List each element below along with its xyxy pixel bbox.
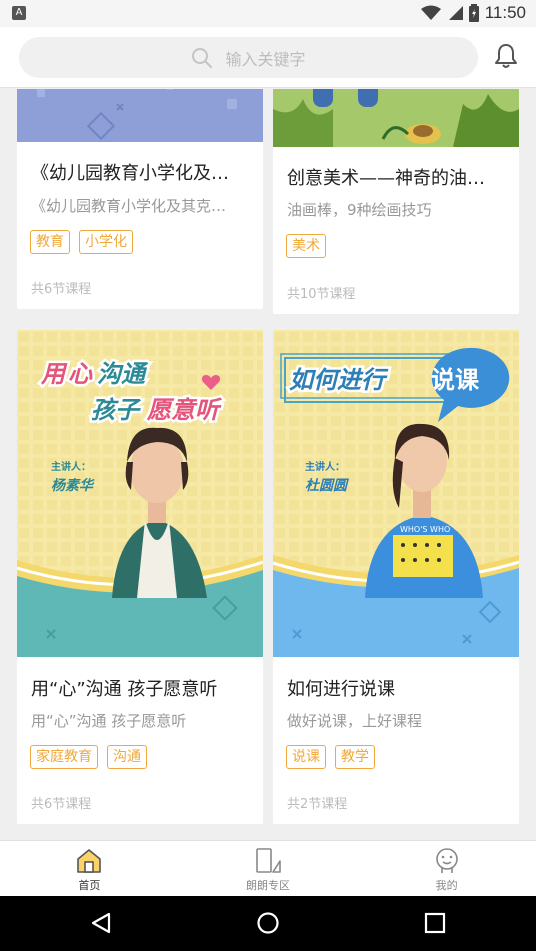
tab-mine[interactable]: 我的 (357, 841, 536, 896)
tablet-pen-icon (256, 848, 281, 873)
course-card[interactable]: 《幼儿园教育小学化及… 《幼儿园教育小学化及其克… 教育 小学化 共6节课程 (17, 89, 263, 309)
course-grid: 《幼儿园教育小学化及… 《幼儿园教育小学化及其克… 教育 小学化 共6节课程 创… (0, 89, 536, 840)
home-circle-icon[interactable] (256, 911, 280, 935)
poster-text: 愿意听 (146, 396, 223, 424)
tag: 家庭教育 (30, 745, 98, 769)
tag: 教育 (30, 230, 70, 254)
poster-speaker-name: 杜圆圆 (305, 477, 350, 494)
course-card[interactable]: 创意美术——神奇的油… 油画棒，9种绘画技巧 美术 共10节课程 (273, 89, 519, 314)
battery-icon (468, 4, 479, 22)
tab-home[interactable]: 首页 (0, 841, 179, 896)
course-subtitle: 做好说课，上好课程 (287, 712, 423, 730)
bottom-tab-bar: 首页 朗朗专区 我的 (0, 840, 536, 896)
shirt-text: WHO'S WHO (400, 525, 450, 534)
lesson-count: 共10节课程 (287, 287, 356, 302)
home-icon (77, 849, 102, 873)
course-subtitle: 《幼儿园教育小学化及其克… (31, 197, 227, 215)
tag: 沟通 (107, 745, 147, 769)
tag: 说课 (286, 745, 326, 769)
lesson-count: 共6节课程 (31, 797, 92, 812)
tag: 教学 (335, 745, 375, 769)
course-card[interactable]: 用 用 心 心 沟通 沟通 孩子 孩子 愿意听 愿意听 主讲人： 杨素华 用“心… (17, 330, 263, 824)
poster-speaker-label: 主讲人： (51, 460, 91, 473)
course-cover-image: 用 用 心 心 沟通 沟通 孩子 孩子 愿意听 愿意听 主讲人： 杨素华 (17, 330, 263, 657)
course-subtitle: 用“心”沟通 孩子愿意听 (31, 712, 187, 730)
tab-langlang-zone[interactable]: 朗朗专区 (179, 841, 358, 896)
course-title: 用“心”沟通 孩子愿意听 (31, 679, 218, 700)
search-icon (192, 47, 213, 68)
tag-list: 美术 (286, 234, 326, 258)
course-title: 如何进行说课 (287, 679, 395, 700)
poster-speaker-name: 杨素华 (51, 477, 95, 494)
system-status: 11:50 (420, 3, 526, 23)
poster-speaker-label: 主讲人： (305, 460, 345, 473)
lesson-count: 共2节课程 (287, 797, 348, 812)
app-notification-icon: A (12, 6, 26, 20)
tab-label: 首页 (78, 879, 101, 892)
course-cover-image (17, 89, 263, 142)
back-icon[interactable] (89, 911, 113, 935)
poster-headline: 如何进行 (289, 366, 389, 394)
clock: 11:50 (484, 3, 526, 22)
poster-text: 用 (40, 360, 68, 388)
bell-icon[interactable] (492, 42, 520, 70)
poster-text: 心 (68, 360, 93, 388)
tag-list: 家庭教育 沟通 (30, 745, 147, 769)
lesson-count: 共6节课程 (31, 282, 92, 297)
tag-list: 说课 教学 (286, 745, 375, 769)
tag-list: 教育 小学化 (30, 230, 133, 254)
tab-label: 朗朗专区 (246, 879, 290, 892)
profile-face-icon (435, 848, 458, 873)
poster-text: 孩子 (91, 396, 142, 424)
search-placeholder: 输入关键字 (225, 49, 306, 69)
recents-icon[interactable] (423, 911, 447, 935)
course-subtitle: 油画棒，9种绘画技巧 (287, 201, 432, 219)
status-bar: A 11:50 (0, 0, 536, 27)
tag: 小学化 (79, 230, 133, 254)
course-cover-image: 如何进行 如何进行 说课 主讲人： 杜圆圆 WHO'S WHO (273, 330, 519, 657)
poster-text: 沟通 (97, 360, 149, 388)
course-cover-image (273, 89, 519, 147)
app-header: 输入关键字 (0, 27, 536, 88)
poster-bubble-text: 说课 (431, 366, 480, 394)
course-title: 《幼儿园教育小学化及… (31, 163, 229, 184)
course-card[interactable]: 如何进行 如何进行 说课 主讲人： 杜圆圆 WHO'S WHO 如何进行说课 做… (273, 330, 519, 824)
tag: 美术 (286, 234, 326, 258)
course-title: 创意美术——神奇的油… (287, 168, 485, 189)
system-navigation-bar (0, 896, 536, 951)
signal-icon (448, 6, 463, 20)
wifi-icon (420, 5, 441, 20)
tab-label: 我的 (435, 879, 458, 892)
search-input[interactable]: 输入关键字 (19, 37, 478, 78)
